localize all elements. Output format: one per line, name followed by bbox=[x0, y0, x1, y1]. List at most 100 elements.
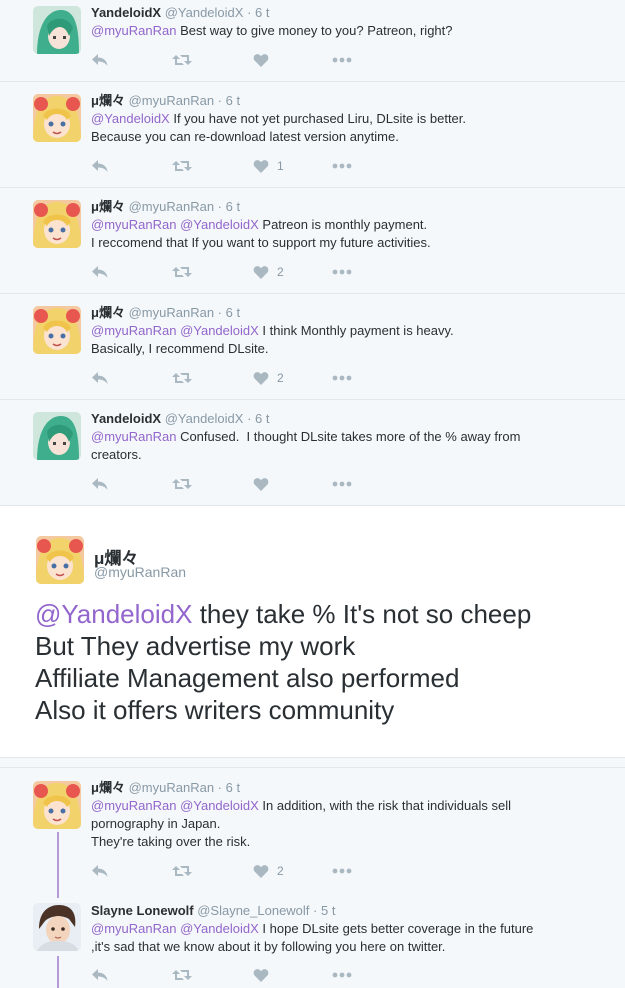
reply-button[interactable] bbox=[91, 156, 109, 176]
tweet[interactable]: μ爛々 @myuRanRan · 6 t @myuRanRan @Yandelo… bbox=[0, 188, 625, 294]
tweet[interactable]: YandeloidX @YandeloidX · 6 t @myuRanRan … bbox=[0, 0, 625, 82]
retweet-button[interactable] bbox=[171, 156, 193, 176]
reply-button[interactable] bbox=[91, 50, 109, 70]
more-icon bbox=[332, 972, 352, 978]
author-handle[interactable]: @YandeloidX bbox=[165, 5, 244, 20]
retweet-icon bbox=[172, 55, 192, 65]
reply-icon bbox=[92, 969, 108, 981]
author-handle[interactable]: @myuRanRan bbox=[129, 93, 214, 108]
mention-link[interactable]: @myuRanRan bbox=[91, 23, 176, 38]
avatar[interactable] bbox=[33, 306, 81, 354]
retweet-button[interactable] bbox=[171, 50, 193, 70]
tweet-header: μ爛々 @myuRanRan · 6 t bbox=[91, 305, 240, 321]
avatar[interactable] bbox=[33, 412, 81, 460]
retweet-icon bbox=[172, 373, 192, 383]
author-handle[interactable]: @Slayne_Lonewolf bbox=[197, 903, 309, 918]
reply-icon bbox=[92, 266, 108, 278]
separator-dot: · bbox=[313, 903, 318, 918]
author-name[interactable]: YandeloidX bbox=[91, 5, 161, 20]
timestamp[interactable]: 6 t bbox=[255, 5, 269, 20]
author-name[interactable]: μ爛々 bbox=[91, 305, 125, 320]
avatar[interactable] bbox=[33, 781, 81, 829]
reply-button[interactable] bbox=[91, 861, 109, 881]
tweet-text: @myuRanRan @YandeloidX I hope DLsite get… bbox=[91, 920, 591, 956]
mention-link[interactable]: @myuRanRan @YandeloidX bbox=[91, 921, 259, 936]
author-handle[interactable]: @myuRanRan bbox=[94, 564, 186, 580]
like-button[interactable] bbox=[253, 965, 277, 985]
like-button[interactable]: 2 bbox=[253, 861, 284, 881]
reply-icon bbox=[92, 54, 108, 66]
author-name[interactable]: Slayne Lonewolf bbox=[91, 903, 194, 918]
author-name[interactable]: μ爛々 bbox=[91, 199, 125, 214]
like-count: 2 bbox=[277, 864, 284, 878]
timestamp[interactable]: 6 t bbox=[226, 199, 240, 214]
timestamp[interactable]: 5 t bbox=[321, 903, 335, 918]
retweet-button[interactable] bbox=[171, 861, 193, 881]
avatar[interactable] bbox=[33, 903, 81, 951]
like-button[interactable]: 2 bbox=[253, 368, 284, 388]
tweet[interactable]: μ爛々 @myuRanRan · 6 t @myuRanRan @Yandelo… bbox=[0, 294, 625, 400]
like-button[interactable]: 2 bbox=[253, 262, 284, 282]
like-icon bbox=[253, 371, 269, 385]
reply-icon bbox=[92, 478, 108, 490]
expanded-tweet-text: @YandeloidX they take % It's not so chee… bbox=[35, 598, 605, 726]
separator-dot: · bbox=[247, 411, 252, 426]
retweet-button[interactable] bbox=[171, 965, 193, 985]
reply-button[interactable] bbox=[91, 368, 109, 388]
tweet[interactable]: YandeloidX @YandeloidX · 6 t @myuRanRan … bbox=[0, 400, 625, 506]
tweet[interactable]: Slayne Lonewolf @Slayne_Lonewolf · 5 t @… bbox=[0, 893, 625, 988]
author-name[interactable]: μ爛々 bbox=[91, 93, 125, 108]
tweet-actions: 2 bbox=[91, 861, 352, 881]
like-icon bbox=[253, 159, 269, 173]
mention-link[interactable]: @YandeloidX bbox=[35, 599, 192, 629]
mention-link[interactable]: @myuRanRan bbox=[91, 429, 176, 444]
avatar[interactable] bbox=[33, 200, 81, 248]
tweet-line: Also it offers writers community bbox=[35, 695, 395, 725]
mention-link[interactable]: @myuRanRan @YandeloidX bbox=[91, 217, 259, 232]
mention-link[interactable]: @myuRanRan @YandeloidX bbox=[91, 323, 259, 338]
author-name[interactable]: YandeloidX bbox=[91, 411, 161, 426]
author-name[interactable]: μ爛々 bbox=[91, 780, 125, 795]
more-button[interactable] bbox=[332, 474, 352, 494]
like-icon bbox=[253, 53, 269, 67]
reply-button[interactable] bbox=[91, 262, 109, 282]
retweet-button[interactable] bbox=[171, 474, 193, 494]
avatar[interactable] bbox=[33, 6, 81, 54]
author-handle[interactable]: @YandeloidX bbox=[165, 411, 244, 426]
more-button[interactable] bbox=[332, 50, 352, 70]
reply-button[interactable] bbox=[91, 474, 109, 494]
avatar[interactable] bbox=[36, 536, 84, 584]
tweet[interactable]: μ爛々 @myuRanRan · 6 t @myuRanRan @Yandelo… bbox=[0, 769, 625, 893]
retweet-button[interactable] bbox=[171, 368, 193, 388]
mention-link[interactable]: @YandeloidX bbox=[91, 111, 170, 126]
timestamp[interactable]: 6 t bbox=[226, 305, 240, 320]
like-button[interactable]: 1 bbox=[253, 156, 284, 176]
separator-dot: · bbox=[217, 305, 223, 320]
like-button[interactable] bbox=[253, 50, 277, 70]
more-button[interactable] bbox=[332, 368, 352, 388]
tweet-text: @YandeloidX If you have not yet purchase… bbox=[91, 110, 571, 146]
more-button[interactable] bbox=[332, 861, 352, 881]
retweet-button[interactable] bbox=[171, 262, 193, 282]
author-handle[interactable]: @myuRanRan bbox=[129, 780, 214, 795]
author-handle[interactable]: @myuRanRan bbox=[129, 305, 214, 320]
reply-icon bbox=[92, 160, 108, 172]
more-button[interactable] bbox=[332, 262, 352, 282]
avatar[interactable] bbox=[33, 94, 81, 142]
like-count: 1 bbox=[277, 159, 284, 173]
like-icon bbox=[253, 864, 269, 878]
timestamp[interactable]: 6 t bbox=[226, 93, 240, 108]
tweet-text: @myuRanRan Best way to give money to you… bbox=[91, 22, 571, 40]
author-handle[interactable]: @myuRanRan bbox=[129, 199, 214, 214]
like-button[interactable] bbox=[253, 474, 277, 494]
timestamp[interactable]: 6 t bbox=[255, 411, 269, 426]
reply-button[interactable] bbox=[91, 965, 109, 985]
retweet-icon bbox=[172, 866, 192, 876]
separator-dot: · bbox=[247, 5, 252, 20]
more-button[interactable] bbox=[332, 156, 352, 176]
mention-link[interactable]: @myuRanRan @YandeloidX bbox=[91, 798, 259, 813]
more-button[interactable] bbox=[332, 965, 352, 985]
timestamp[interactable]: 6 t bbox=[226, 780, 240, 795]
more-icon bbox=[332, 163, 352, 169]
tweet[interactable]: μ爛々 @myuRanRan · 6 t @YandeloidX If you … bbox=[0, 82, 625, 188]
